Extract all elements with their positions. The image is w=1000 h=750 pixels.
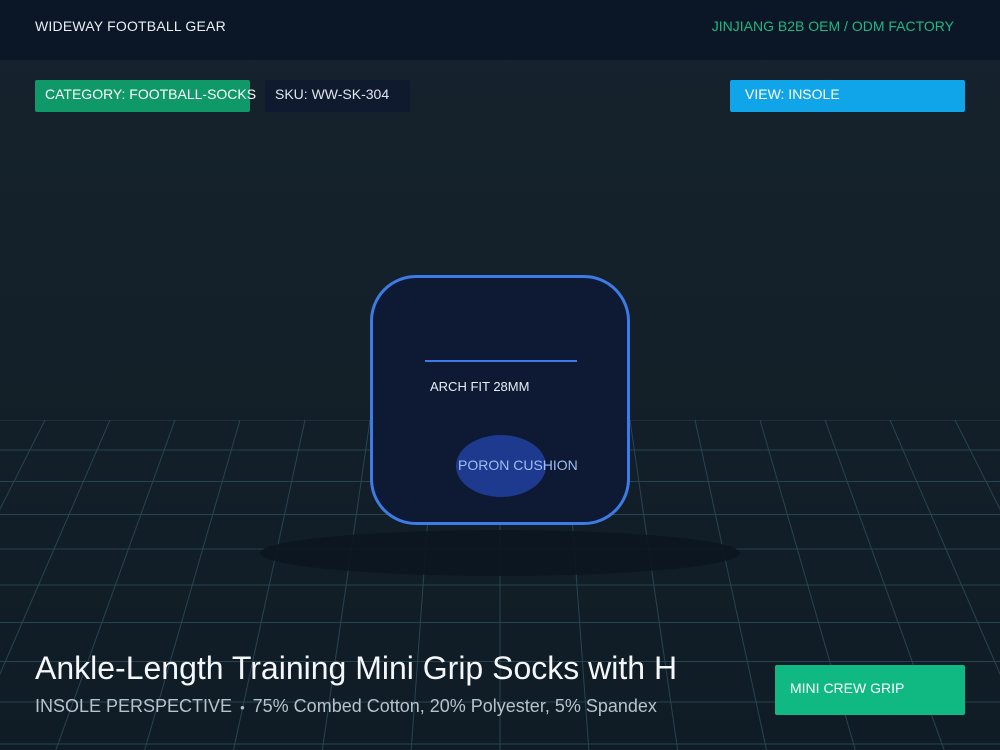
product-viewer: WIDEWAY FOOTBALL GEAR JINJIANG B2B OEM /…	[0, 0, 1000, 750]
mini-crew-grip-button[interactable]: MINI CREW GRIP	[775, 665, 965, 715]
sku-tag: SKU: WW-SK-304	[265, 80, 410, 112]
perspective-label: INSOLE PERSPECTIVE	[35, 696, 233, 716]
arch-fit-label: ARCH FIT 28MM	[430, 379, 530, 394]
view-toggle-button[interactable]: VIEW: INSOLE	[730, 80, 965, 112]
product-subtitle: INSOLE PERSPECTIVE • 75% Combed Cotton, …	[35, 696, 657, 717]
brand-name[interactable]: WIDEWAY FOOTBALL GEAR	[35, 18, 226, 34]
factory-label: JINJIANG B2B OEM / ODM FACTORY	[711, 18, 954, 34]
product-title: Ankle-Length Training Mini Grip Socks wi…	[35, 650, 678, 686]
category-tag: CATEGORY: FOOTBALL-SOCKS	[35, 80, 256, 112]
cushion-label: PORON CUSHION	[458, 457, 578, 473]
subtitle-separator: •	[240, 700, 245, 715]
arch-fit-marker-line	[425, 360, 577, 362]
product-shadow	[260, 530, 740, 576]
insole-product-view: ARCH FIT 28MM PORON CUSHION	[370, 275, 630, 525]
material-composition: 75% Combed Cotton, 20% Polyester, 5% Spa…	[252, 696, 657, 716]
top-bar: WIDEWAY FOOTBALL GEAR JINJIANG B2B OEM /…	[0, 0, 1000, 60]
